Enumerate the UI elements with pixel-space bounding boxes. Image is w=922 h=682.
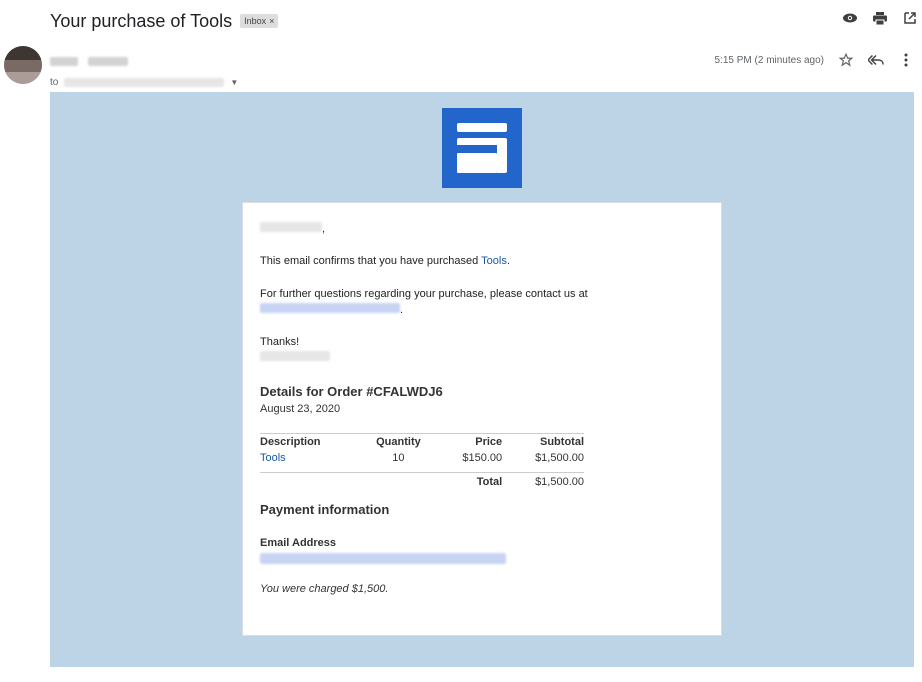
window-logo-icon [457, 123, 507, 173]
message-meta: 5:15 PM (2 minutes ago) [715, 52, 915, 68]
receipt-content: , This email confirms that you have purc… [260, 221, 590, 595]
email-address-label: Email Address [260, 537, 337, 549]
email-body-background: , This email confirms that you have purc… [50, 92, 914, 667]
printer-icon[interactable] [872, 10, 888, 26]
brand-logo [442, 108, 522, 188]
order-date: August 23, 2020 [260, 403, 341, 415]
email-address-redacted[interactable] [260, 553, 590, 567]
table-row: Tools 10 $150.00 $1,500.00 [260, 450, 584, 473]
inbox-label-text: Inbox [244, 16, 267, 26]
questions-text: For further questions regarding your pur… [260, 288, 588, 300]
star-icon[interactable] [838, 52, 854, 68]
total-row: Total $1,500.00 [260, 472, 584, 496]
thanks-text: Thanks! [260, 336, 300, 348]
receipt-card: , This email confirms that you have purc… [242, 202, 722, 636]
sender-name-redacted[interactable] [50, 53, 238, 71]
subject-row: Your purchase of Tools Inbox × [50, 8, 279, 34]
order-items-table: Description Quantity Price Subtotal Tool… [260, 433, 584, 496]
to-prefix: to [50, 77, 59, 88]
col-quantity: Quantity [361, 433, 436, 450]
sender-block: to ▼ [50, 53, 238, 88]
item-price: $150.00 [462, 452, 503, 464]
total-value: $1,500.00 [502, 472, 584, 496]
item-description-link[interactable]: Tools [260, 452, 286, 464]
eye-icon[interactable] [842, 10, 858, 26]
thread-actions [842, 10, 918, 26]
message-time: 5:15 PM (2 minutes ago) [714, 54, 825, 66]
payment-title: Payment information [260, 502, 390, 517]
inbox-label-chip[interactable]: Inbox × [240, 14, 279, 28]
more-vert-icon[interactable] [898, 52, 914, 68]
product-link[interactable]: Tools [481, 255, 507, 267]
chevron-down-icon[interactable]: ▼ [230, 78, 238, 87]
contact-email-redacted[interactable]: . [260, 302, 590, 318]
confirm-text: This email confirms that you have purcha… [260, 255, 510, 267]
col-description: Description [260, 433, 362, 450]
greeting-redacted: , [260, 221, 590, 237]
total-label: Total [435, 472, 503, 496]
table-header-row: Description Quantity Price Subtotal [260, 433, 584, 450]
email-subject: Your purchase of Tools [50, 10, 233, 31]
open-in-new-window-icon[interactable] [902, 10, 918, 26]
remove-label-icon[interactable]: × [269, 16, 274, 26]
charged-note: You were charged $1,500. [260, 583, 389, 595]
sender-avatar[interactable] [4, 46, 42, 84]
item-quantity: 10 [392, 452, 405, 464]
col-price: Price [435, 433, 503, 450]
recipient-row: to ▼ [50, 77, 238, 88]
signature-redacted [260, 350, 590, 366]
col-subtotal: Subtotal [502, 433, 584, 450]
reply-all-icon[interactable] [868, 52, 884, 68]
recipient-redacted [64, 78, 225, 87]
item-subtotal: $1,500.00 [535, 452, 584, 464]
order-title: Details for Order #CFALWDJ6 [260, 384, 443, 399]
